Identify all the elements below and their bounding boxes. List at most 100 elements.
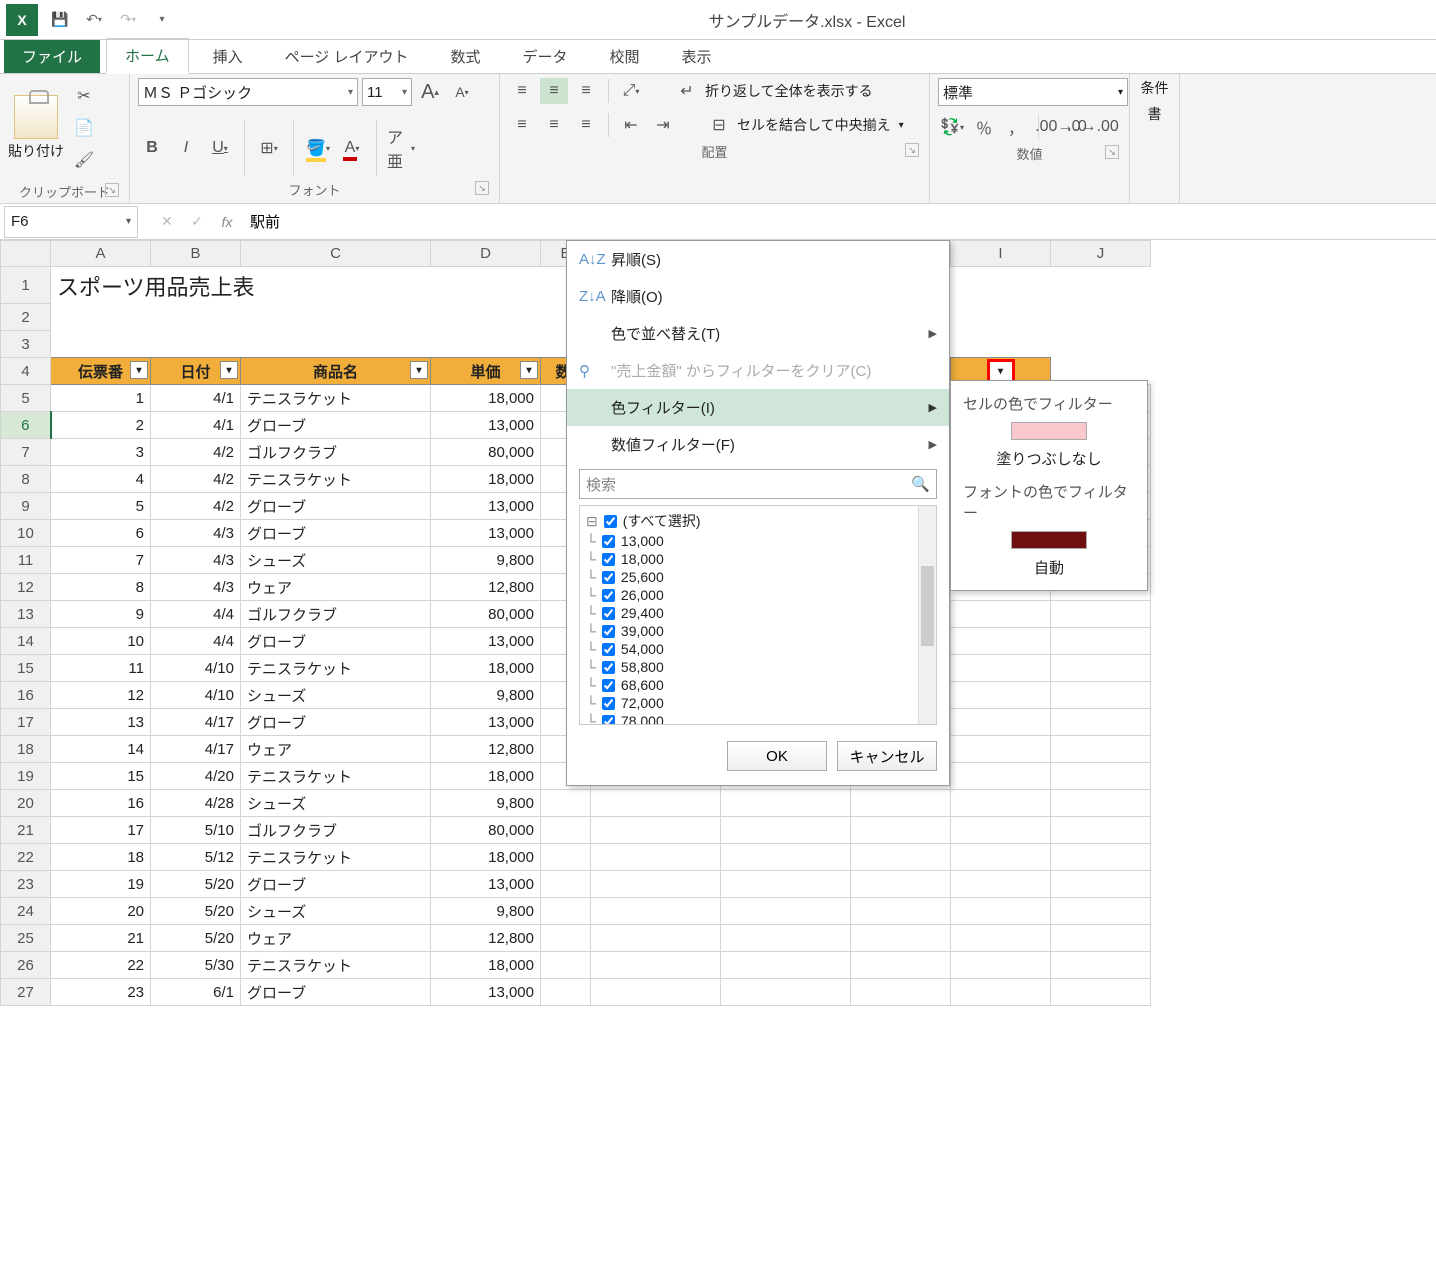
cell[interactable]: [1051, 925, 1151, 952]
dialog-launcher-icon[interactable]: ↘: [905, 143, 919, 157]
cell[interactable]: 6: [51, 520, 151, 547]
cell[interactable]: 21: [51, 925, 151, 952]
row-header[interactable]: 10: [1, 520, 51, 547]
cell[interactable]: [851, 898, 951, 925]
cell[interactable]: シューズ: [241, 682, 431, 709]
sort-descending-item[interactable]: Z↓A降順(O): [567, 278, 949, 315]
cell[interactable]: シューズ: [241, 547, 431, 574]
filter-value-checkbox[interactable]: [602, 553, 615, 566]
tab-pagelayout[interactable]: ページ レイアウト: [267, 40, 427, 73]
ok-button[interactable]: OK: [727, 741, 827, 771]
cell[interactable]: [951, 601, 1051, 628]
row-header[interactable]: 6: [1, 412, 51, 439]
cell[interactable]: 10: [51, 628, 151, 655]
format-painter-icon[interactable]: 🖌: [70, 147, 98, 173]
cell[interactable]: テニスラケット: [241, 655, 431, 682]
merge-center-icon[interactable]: ⊟: [705, 112, 733, 138]
cell[interactable]: [541, 952, 591, 979]
cell[interactable]: 5/10: [151, 817, 241, 844]
filter-value-label[interactable]: 25,600: [621, 569, 664, 585]
cell[interactable]: 23: [51, 979, 151, 1006]
cell[interactable]: 3: [51, 439, 151, 466]
column-header[interactable]: C: [241, 241, 431, 267]
filter-search-input[interactable]: 検索🔍: [579, 469, 937, 499]
column-header[interactable]: I: [951, 241, 1051, 267]
cell[interactable]: 4/28: [151, 790, 241, 817]
cell[interactable]: テニスラケット: [241, 844, 431, 871]
cell[interactable]: [951, 898, 1051, 925]
row-header[interactable]: 13: [1, 601, 51, 628]
row-header[interactable]: 20: [1, 790, 51, 817]
filter-value-checkbox[interactable]: [602, 607, 615, 620]
row-header[interactable]: 17: [1, 709, 51, 736]
wrap-text-label[interactable]: 折り返して全体を表示する: [705, 81, 873, 101]
cell[interactable]: 9: [51, 601, 151, 628]
filter-button[interactable]: ▾: [220, 361, 238, 379]
cell[interactable]: グローブ: [241, 871, 431, 898]
font-size-combo[interactable]: 11▾: [362, 78, 412, 106]
cell[interactable]: [591, 790, 721, 817]
sort-by-color-item[interactable]: 色で並べ替え(T): [567, 315, 949, 352]
align-center-icon[interactable]: ≡: [540, 112, 568, 138]
borders-icon[interactable]: ⊞▾: [255, 135, 283, 161]
redo-icon[interactable]: ↷▾: [118, 10, 138, 30]
cell[interactable]: [1051, 790, 1151, 817]
row-header[interactable]: 24: [1, 898, 51, 925]
cell[interactable]: グローブ: [241, 628, 431, 655]
row-header[interactable]: 15: [1, 655, 51, 682]
cell[interactable]: 13,000: [431, 520, 541, 547]
cell[interactable]: [951, 844, 1051, 871]
filter-button[interactable]: ▾: [520, 361, 538, 379]
cell[interactable]: 4/3: [151, 547, 241, 574]
cell[interactable]: 18,000: [431, 952, 541, 979]
align-left-icon[interactable]: ≡: [508, 112, 536, 138]
row-header[interactable]: 14: [1, 628, 51, 655]
align-middle-icon[interactable]: ≡: [540, 78, 568, 104]
cell[interactable]: 4/10: [151, 682, 241, 709]
increase-font-icon[interactable]: A▴: [416, 79, 444, 105]
cell[interactable]: テニスラケット: [241, 763, 431, 790]
cell[interactable]: [591, 871, 721, 898]
sort-ascending-item[interactable]: A↓Z昇順(S): [567, 241, 949, 278]
cell[interactable]: グローブ: [241, 412, 431, 439]
row-header[interactable]: 19: [1, 763, 51, 790]
select-all-checkbox[interactable]: [604, 515, 617, 528]
cell[interactable]: 16: [51, 790, 151, 817]
cell[interactable]: [1051, 736, 1151, 763]
no-fill-item[interactable]: 塗りつぶしなし: [951, 442, 1147, 475]
cell[interactable]: [541, 790, 591, 817]
cell[interactable]: 11: [51, 655, 151, 682]
cell[interactable]: 9,800: [431, 898, 541, 925]
name-box[interactable]: F6▾: [4, 206, 138, 238]
align-bottom-icon[interactable]: ≡: [572, 78, 600, 104]
cell[interactable]: [851, 844, 951, 871]
cell[interactable]: 18,000: [431, 844, 541, 871]
filter-value-label[interactable]: 13,000: [621, 533, 664, 549]
conditional-formatting-label[interactable]: 条件: [1141, 78, 1169, 98]
cell[interactable]: [951, 871, 1051, 898]
cell[interactable]: テニスラケット: [241, 385, 431, 412]
cell[interactable]: 4/20: [151, 763, 241, 790]
cell[interactable]: [951, 709, 1051, 736]
cell[interactable]: 18,000: [431, 655, 541, 682]
cell[interactable]: ゴルフクラブ: [241, 439, 431, 466]
filter-button[interactable]: ▾: [410, 361, 428, 379]
filter-value-label[interactable]: 54,000: [621, 641, 664, 657]
cell[interactable]: 4/3: [151, 574, 241, 601]
cell[interactable]: ウェア: [241, 574, 431, 601]
font-color-swatch[interactable]: [1011, 531, 1087, 549]
cell[interactable]: 15: [51, 763, 151, 790]
cell[interactable]: [1051, 628, 1151, 655]
fx-icon[interactable]: fx: [212, 207, 242, 237]
cell[interactable]: 4/4: [151, 601, 241, 628]
cell[interactable]: [541, 844, 591, 871]
copy-icon[interactable]: 📄: [70, 115, 98, 141]
cell[interactable]: 6/1: [151, 979, 241, 1006]
cell[interactable]: 14: [51, 736, 151, 763]
cell[interactable]: [951, 979, 1051, 1006]
fill-color-icon[interactable]: 🪣▾: [304, 135, 332, 161]
filter-value-checkbox[interactable]: [602, 535, 615, 548]
number-filter-item[interactable]: 数値フィルター(F): [567, 426, 949, 463]
cell[interactable]: [1051, 601, 1151, 628]
cell[interactable]: [721, 790, 851, 817]
